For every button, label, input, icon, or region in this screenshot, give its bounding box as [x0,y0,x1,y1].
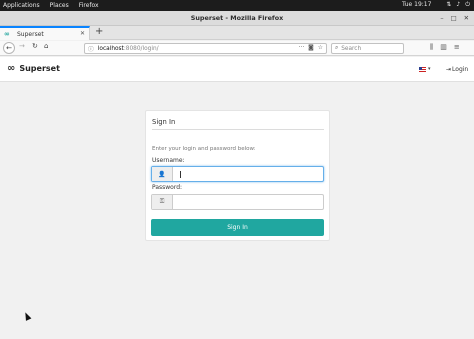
url-actions: ··· ◙ ☆ [299,45,323,51]
brand-name: Superset [19,64,60,73]
maximize-icon[interactable]: □ [451,11,457,26]
navigation-toolbar: ← → ↻ ⌂ ⓘ localhost:8080/login/ ··· ◙ ☆ … [0,41,474,56]
desktop-menu: Applications Places Firefox [0,0,109,11]
login-label: Login [452,66,469,73]
search-icon: ⌕ [335,45,339,51]
url-bar[interactable]: ⓘ localhost:8080/login/ ··· ◙ ☆ [84,43,327,54]
site-info-icon[interactable]: ⓘ [88,44,94,53]
places-menu[interactable]: Places [50,2,69,9]
user-icon: 👤 [152,167,173,181]
close-window-icon[interactable]: ✕ [464,11,469,26]
key-icon: ⚿ [152,195,173,209]
search-bar[interactable]: ⌕ Search [331,43,404,54]
reload-icon[interactable]: ↻ [32,42,38,50]
username-label: Username: [152,157,185,164]
tab-title: Superset [17,30,44,38]
password-field-group: ⚿ [151,194,324,210]
hamburger-menu-icon[interactable]: ≡ [454,43,460,52]
brand[interactable]: ∞ Superset [7,62,60,74]
firefox-menu[interactable]: Firefox [79,2,99,9]
superset-favicon-icon: ∞ [4,29,10,38]
clock[interactable]: Tue 19:17 [402,1,431,8]
network-icon: ⇅ [446,1,452,8]
search-placeholder: Search [341,45,362,52]
tab-superset[interactable]: ∞ Superset ✕ [0,26,90,40]
login-panel: Sign In Enter your login and password be… [145,110,330,241]
close-tab-icon[interactable]: ✕ [80,30,85,37]
applications-menu[interactable]: Applications [3,2,40,9]
tab-strip: ∞ Superset ✕ + [0,26,474,40]
url-path: :8080/login/ [123,45,159,52]
pocket-icon[interactable]: ◙ [308,45,314,51]
page-actions-icon[interactable]: ··· [299,45,305,51]
username-field-group: 👤 [151,166,324,182]
toolbar-right: ⫼ ▥ ≡ [430,43,460,52]
forward-button-icon[interactable]: → [19,42,25,50]
password-input[interactable] [173,195,323,209]
login-hint: Enter your login and password below: [152,146,256,152]
system-tray[interactable]: ⇅ ♪ ⏻ [446,1,470,9]
minimize-icon[interactable]: – [440,11,443,26]
superset-navbar: ∞ Superset ▾ ⇥ Login [0,57,474,82]
sign-in-button[interactable]: Sign In [151,219,324,236]
window-title-bar: Superset - Mozilla Firefox – □ ✕ [0,11,474,26]
sidebar-icon[interactable]: ▥ [440,43,447,52]
language-selector[interactable]: ▾ [419,66,431,72]
bookmark-star-icon[interactable]: ☆ [318,45,323,51]
home-icon[interactable]: ⌂ [44,42,48,50]
window-title: Superset - Mozilla Firefox [190,14,284,22]
back-button-icon[interactable]: ← [3,42,15,54]
panel-title: Sign In [152,118,176,126]
caret-down-icon: ▾ [428,66,431,72]
panel-divider [152,129,324,130]
superset-logo-icon: ∞ [7,62,16,74]
volume-icon: ♪ [456,1,461,8]
username-input[interactable] [173,167,323,181]
window-controls: – □ ✕ [440,11,469,26]
sign-in-icon: ⇥ [446,66,452,73]
library-icon[interactable]: ⫼ [430,43,433,52]
url-host: localhost [97,45,124,52]
login-link[interactable]: ⇥ Login [446,66,468,73]
new-tab-icon[interactable]: + [95,26,103,37]
mouse-pointer-icon [22,311,32,321]
text-cursor [180,171,181,178]
password-label: Password: [152,184,183,191]
us-flag-icon [419,66,426,72]
desktop-top-bar: Applications Places Firefox Tue 19:17 ⇅ … [0,0,474,11]
power-icon: ⏻ [465,1,470,8]
